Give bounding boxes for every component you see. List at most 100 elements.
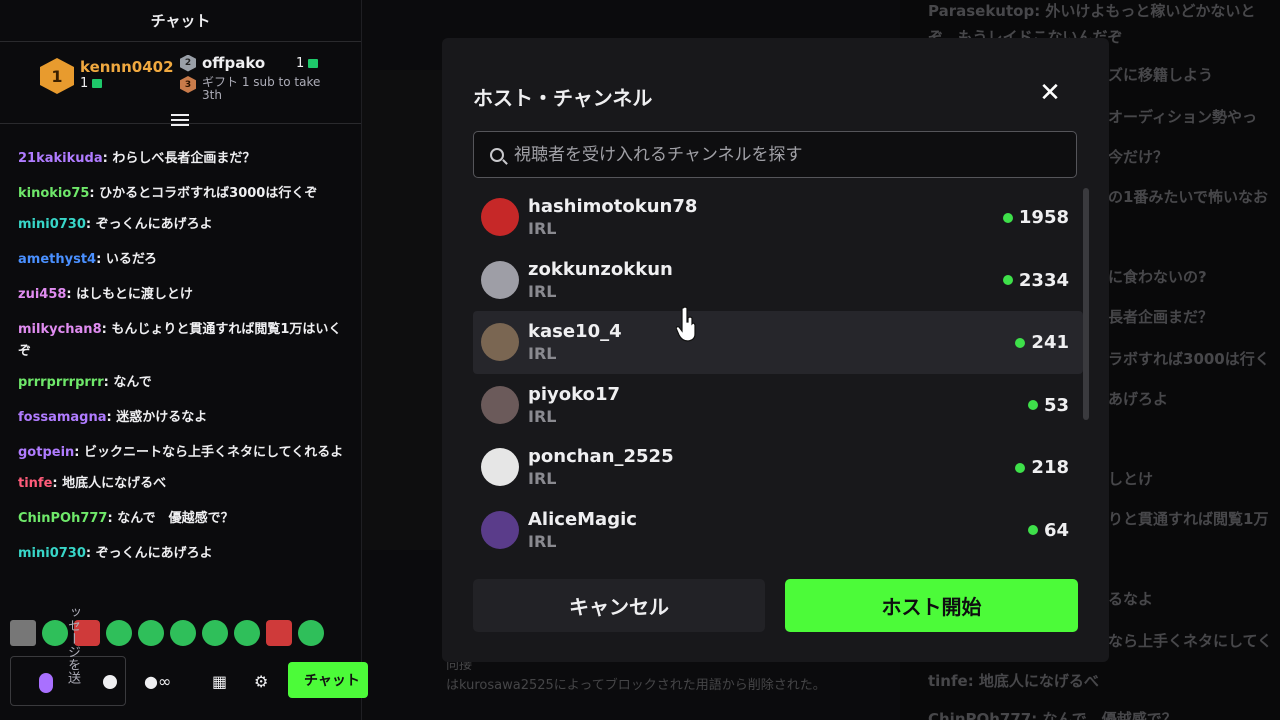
chat-username[interactable]: zui458	[18, 287, 66, 302]
live-dot-icon	[1015, 337, 1026, 348]
chat-message-text: 迷惑かけるなよ	[116, 410, 208, 425]
viewer-count: 1958	[1002, 207, 1069, 228]
live-dot-icon	[1027, 400, 1038, 410]
emote-icon[interactable]	[234, 620, 260, 646]
channel-name: kase10_4	[528, 321, 622, 342]
chat-message: prrrprrrprrr: なんで	[18, 375, 152, 390]
viewer-count: 2334	[1002, 269, 1069, 291]
microphone-icon[interactable]	[39, 673, 53, 693]
channel-category: IRL	[528, 219, 557, 238]
channel-item[interactable]: kase10_4 IRL 241	[473, 311, 1083, 374]
viewer-count: 218	[1015, 457, 1069, 478]
chat-message-text: ぞっくんにあげろよ	[95, 546, 213, 561]
channel-category: IRL	[528, 531, 557, 551]
channel-category: IRL	[528, 406, 557, 426]
gear-icon[interactable]: ⚙	[254, 672, 268, 691]
emote-icon[interactable]	[202, 620, 228, 646]
close-icon[interactable]: ✕	[1038, 80, 1062, 106]
channel-category: IRL	[528, 344, 557, 363]
chat-message-text: ビックニートなら上手くネタにしてくれるよ	[84, 445, 344, 460]
channel-name: hashimotokun78	[528, 196, 698, 217]
channel-name: zokkunzokkun	[528, 258, 673, 280]
channel-item[interactable]: hashimotokun78 IRL 1958	[473, 186, 1083, 249]
app-root: 向接 はkurosawa2525によってブロックされた用語から削除された。 Pa…	[0, 0, 1280, 720]
chat-username[interactable]: tinfe	[18, 476, 52, 491]
emote-icon[interactable]	[138, 620, 164, 646]
chat-message-text: はしもとに渡しとけ	[76, 287, 193, 302]
viewer-count-value: 241	[1031, 332, 1069, 353]
leaderboard-first[interactable]: 1 kennn0402 1	[40, 58, 174, 94]
cancel-button[interactable]: キャンセル	[473, 579, 765, 632]
channel-item[interactable]: AliceMagic IRL 64	[473, 499, 1083, 562]
emote-icon[interactable]	[10, 620, 36, 646]
start-host-button[interactable]: ホスト開始	[785, 579, 1078, 632]
chat-username[interactable]: mini0730	[18, 546, 86, 561]
leaderboard-third[interactable]: 3 ギフト 1 sub to take 3th	[180, 76, 322, 102]
chat-message: gotpein: ビックニートなら上手くネタにしてくれるよ	[18, 445, 344, 460]
emote-icon[interactable]	[106, 620, 132, 646]
chat-message-text: いるだろ	[105, 252, 158, 267]
bits-icon[interactable]: ●∞	[144, 672, 171, 691]
channel-avatar	[481, 385, 519, 424]
viewer-count-value: 2334	[1018, 269, 1069, 291]
chat-message: mini0730: ぞっくんにあげろよ	[18, 546, 213, 561]
chat-message-text: ひかるとコラボすれば3000は行くぞ	[99, 186, 318, 201]
leaderboard-third-text: ギフト 1 sub to take 3th	[202, 75, 321, 102]
channel-name: piyoko17	[528, 383, 621, 405]
channel-avatar	[481, 510, 519, 549]
chat-username[interactable]: amethyst4	[18, 252, 96, 267]
live-dot-icon	[1002, 212, 1013, 223]
leaderboard-second-name: offpako	[202, 54, 266, 72]
leaderboard-second[interactable]: 2 offpako	[180, 54, 265, 72]
viewer-count-value: 53	[1043, 394, 1069, 416]
chat-message: kinokio75: ひかるとコラボすれば3000は行くぞ	[18, 186, 318, 201]
chat-message-text: わらしべ長者企画まだ？	[112, 151, 256, 166]
chat-username[interactable]: prrrprrrprrr	[18, 375, 104, 390]
chat-message: 21kakikuda: わらしべ長者企画まだ？	[18, 151, 256, 166]
leaderboard-second-count: 1	[296, 56, 305, 71]
emote-icon[interactable]	[298, 620, 324, 646]
gift-leaderboard: 1 kennn0402 1 2 offpako 1 3 ギフト 1 sub to…	[0, 42, 361, 124]
chat-message: fossamagna: 迷惑かけるなよ	[18, 410, 208, 425]
channel-item[interactable]: zokkunzokkun IRL 2334	[473, 249, 1083, 312]
emoji-icon[interactable]	[103, 675, 117, 689]
channel-name: ponchan_2525	[528, 446, 674, 467]
chat-username[interactable]: 21kakikuda	[18, 151, 103, 166]
chat-message-text: ぞっくんにあげろよ	[95, 217, 213, 232]
chat-messages: 21kakikuda: わらしべ長者企画まだ？ kinokio75: ひかるとコラ…	[18, 148, 348, 578]
leaderboard-first-name: kennn0402	[80, 58, 174, 76]
chat-message-text: なんで 優越感で？	[117, 511, 234, 526]
collapse-leaderboard-icon[interactable]	[171, 114, 189, 128]
chat-username[interactable]: kinokio75	[18, 186, 89, 201]
chat-username[interactable]: gotpein	[18, 445, 74, 460]
channel-search-input[interactable]	[514, 144, 1054, 165]
channel-item[interactable]: piyoko17 IRL 53	[473, 374, 1083, 437]
chat-message-text: 地底人になげるべ	[62, 476, 167, 491]
chat-username[interactable]: mini0730	[18, 217, 86, 232]
viewer-count: 53	[1027, 394, 1069, 416]
chat-username[interactable]: ChinPOh777	[18, 511, 107, 526]
channel-list-scrollbar[interactable]	[1083, 188, 1089, 420]
chat-send-button[interactable]: チャット	[288, 662, 368, 698]
channel-item[interactable]: ponchan_2525 IRL 218	[473, 436, 1083, 499]
chat-username[interactable]: milkychan8	[18, 322, 102, 337]
chat-message: mini0730: ぞっくんにあげろよ	[18, 217, 213, 232]
channel-avatar	[481, 198, 519, 236]
chat-message: zui458: はしもとに渡しとけ	[18, 287, 193, 302]
emote-icon[interactable]	[170, 620, 196, 646]
live-dot-icon	[1015, 462, 1026, 473]
channel-search[interactable]	[473, 131, 1077, 178]
hand-cursor-icon	[676, 306, 696, 342]
channel-avatar	[481, 323, 519, 361]
chat-username[interactable]: fossamagna	[18, 410, 107, 425]
leaderboard-second-count-wrap: 1	[296, 56, 319, 71]
store-icon[interactable]: ▦	[212, 672, 227, 691]
viewer-count: 241	[1015, 332, 1069, 353]
rank-3-badge: 3	[180, 76, 196, 93]
host-channel-modal: ホスト・チャンネル ✕ hashimotokun78 IRL 1958 zokkunz…	[442, 38, 1109, 662]
channel-name: AliceMagic	[528, 508, 637, 530]
viewer-count-value: 218	[1031, 457, 1069, 478]
emote-icon[interactable]	[266, 620, 292, 646]
chat-message-text: なんで	[113, 375, 152, 390]
leaderboard-first-count: 1	[80, 76, 89, 91]
